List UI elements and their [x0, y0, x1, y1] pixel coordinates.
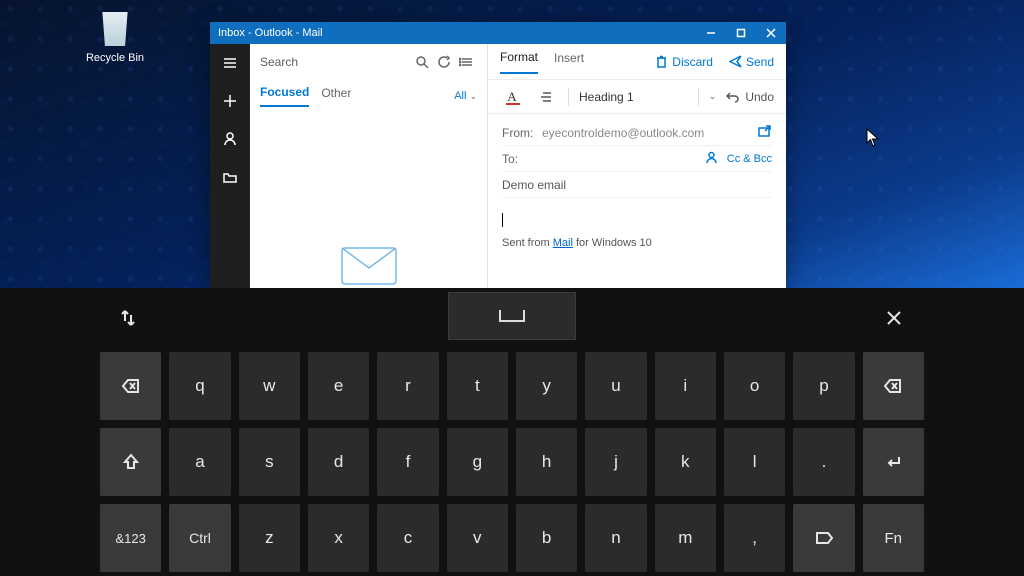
tab-insert[interactable]: Insert	[554, 51, 584, 73]
message-list-pane: Search Focused Other All⌄	[250, 44, 488, 288]
search-input[interactable]: Search	[260, 55, 411, 69]
popout-icon[interactable]	[757, 124, 772, 142]
key-fn[interactable]: Fn	[863, 504, 924, 572]
from-field[interactable]: From: eyecontroldemo@outlook.com	[502, 120, 772, 146]
key-a[interactable]: a	[169, 428, 230, 496]
keyboard-swap-icon[interactable]	[110, 302, 146, 334]
accounts-icon[interactable]	[210, 120, 250, 158]
key-q[interactable]: q	[169, 352, 230, 420]
key-k[interactable]: k	[655, 428, 716, 496]
send-button[interactable]: Send	[729, 55, 774, 69]
to-field[interactable]: To: Cc & Bcc	[502, 146, 772, 172]
text-caret	[502, 213, 503, 227]
key-h[interactable]: h	[516, 428, 577, 496]
font-color-button[interactable]: A	[500, 85, 524, 109]
key-backspace-left[interactable]	[100, 352, 161, 420]
recycle-bin[interactable]: Recycle Bin	[80, 8, 150, 64]
key-n[interactable]: n	[585, 504, 646, 572]
key-s[interactable]: s	[239, 428, 300, 496]
cc-bcc-toggle[interactable]: Cc & Bcc	[727, 153, 772, 165]
chevron-down-icon[interactable]: ⌄	[709, 91, 717, 102]
key-v[interactable]: v	[447, 504, 508, 572]
sync-icon[interactable]	[433, 55, 455, 69]
keyboard-close-button[interactable]	[878, 302, 910, 334]
empty-inbox-illustration	[250, 112, 487, 288]
key-g[interactable]: g	[447, 428, 508, 496]
key-enter[interactable]	[863, 428, 924, 496]
key-d[interactable]: d	[308, 428, 369, 496]
key-c[interactable]: c	[377, 504, 438, 572]
key-period[interactable]: .	[793, 428, 854, 496]
key-numsym[interactable]: &123	[100, 504, 161, 572]
contacts-icon[interactable]	[704, 150, 719, 168]
chevron-down-icon: ⌄	[469, 91, 477, 102]
tab-other[interactable]: Other	[321, 86, 351, 106]
key-p[interactable]: p	[793, 352, 854, 420]
undo-button[interactable]: Undo	[726, 90, 774, 104]
compose-pane: Format Insert Discard Send A	[488, 44, 786, 288]
key-ctrl[interactable]: Ctrl	[169, 504, 230, 572]
key-x[interactable]: x	[308, 504, 369, 572]
key-b[interactable]: b	[516, 504, 577, 572]
minimize-button[interactable]	[696, 22, 726, 44]
signature: Sent from Mail for Windows 10	[502, 237, 772, 249]
key-f[interactable]: f	[377, 428, 438, 496]
key-l[interactable]: l	[724, 428, 785, 496]
recycle-bin-label: Recycle Bin	[80, 52, 150, 64]
keyboard-row-2: a s d f g h j k l .	[0, 424, 1024, 500]
key-comma[interactable]: ,	[724, 504, 785, 572]
key-i[interactable]: i	[655, 352, 716, 420]
filter-all[interactable]: All⌄	[454, 90, 477, 102]
close-button[interactable]	[756, 22, 786, 44]
mail-app-link[interactable]: Mail	[553, 237, 573, 249]
key-shift[interactable]	[100, 428, 161, 496]
onscreen-keyboard: q w e r t y u i o p a s d f g h j k l .	[0, 288, 1024, 576]
desktop: Recycle Bin Inbox - Outlook - Mail Searc…	[0, 0, 1024, 576]
key-j[interactable]: j	[585, 428, 646, 496]
keyboard-row-3: &123 Ctrl z x c v b n m , Fn	[0, 500, 1024, 576]
key-preview-space	[448, 292, 576, 340]
message-body[interactable]: Sent from Mail for Windows 10	[488, 204, 786, 257]
hamburger-icon[interactable]	[210, 44, 250, 82]
recycle-bin-icon	[97, 8, 133, 48]
mouse-cursor-icon	[866, 128, 880, 148]
key-backspace-right[interactable]	[863, 352, 924, 420]
tab-focused[interactable]: Focused	[260, 85, 309, 107]
search-icon[interactable]	[411, 55, 433, 69]
key-u[interactable]: u	[585, 352, 646, 420]
key-w[interactable]: w	[239, 352, 300, 420]
paragraph-button[interactable]	[534, 85, 558, 109]
style-selector[interactable]: Heading 1	[579, 90, 634, 104]
tab-format[interactable]: Format	[500, 50, 538, 74]
discard-button[interactable]: Discard	[655, 55, 713, 69]
key-z[interactable]: z	[239, 504, 300, 572]
folders-icon[interactable]	[210, 158, 250, 196]
key-r[interactable]: r	[377, 352, 438, 420]
window-title: Inbox - Outlook - Mail	[218, 27, 323, 39]
subject-field[interactable]: Demo email	[502, 172, 772, 198]
key-m[interactable]: m	[655, 504, 716, 572]
new-mail-icon[interactable]	[210, 82, 250, 120]
keyboard-row-1: q w e r t y u i o p	[0, 348, 1024, 424]
titlebar[interactable]: Inbox - Outlook - Mail	[210, 22, 786, 44]
nav-rail	[210, 44, 250, 288]
key-o[interactable]: o	[724, 352, 785, 420]
selection-mode-icon[interactable]	[455, 55, 477, 69]
key-y[interactable]: y	[516, 352, 577, 420]
mail-window: Inbox - Outlook - Mail Search	[210, 22, 786, 288]
maximize-button[interactable]	[726, 22, 756, 44]
key-t[interactable]: t	[447, 352, 508, 420]
key-e[interactable]: e	[308, 352, 369, 420]
key-submit[interactable]	[793, 504, 854, 572]
